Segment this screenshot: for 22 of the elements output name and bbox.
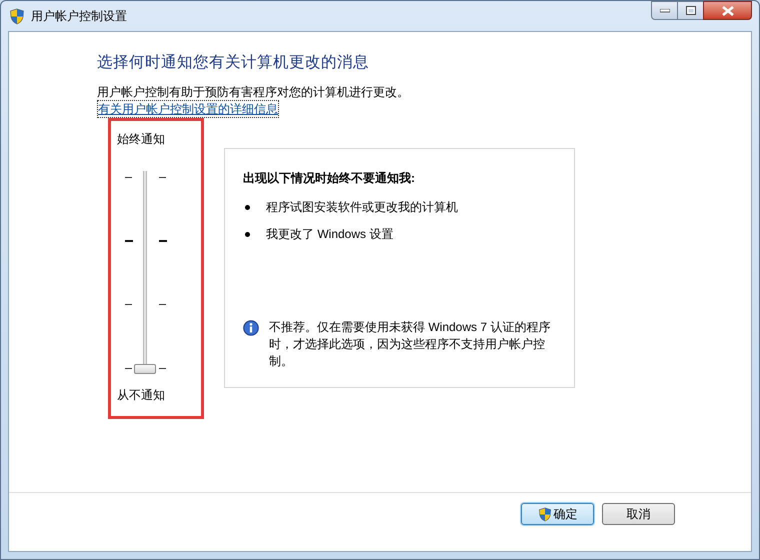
slider-thumb[interactable] — [134, 364, 156, 374]
close-icon — [722, 6, 734, 16]
info-title: 出现以下情况时始终不要通知我: — [243, 170, 416, 186]
info-icon — [243, 320, 259, 336]
bullet-text: 程序试图安装软件或更改我的计算机 — [266, 199, 458, 215]
slider-bottom-label: 从不通知 — [117, 387, 166, 403]
maximize-icon — [686, 6, 696, 15]
bullet-text: 我更改了 Windows 设置 — [266, 226, 394, 242]
shield-icon — [538, 506, 552, 522]
description-text: 用户帐户控制有助于预防有害程序对您的计算机进行更改。 — [97, 84, 410, 100]
minimize-button[interactable] — [651, 1, 678, 20]
close-button[interactable] — [703, 1, 752, 20]
info-note: 不推荐。仅在需要使用未获得 Windows 7 认证的程序时，才选择此选项，因为这些程序不支持用户帐户控制。 — [269, 319, 552, 370]
details-link[interactable]: 有关用户帐户控制设置的详细信息 — [97, 100, 279, 118]
slider-top-label: 始终通知 — [117, 131, 166, 147]
cancel-button[interactable]: 取消 — [602, 503, 675, 525]
minimize-icon — [660, 8, 670, 12]
maximize-button[interactable] — [678, 1, 703, 20]
window-title: 用户帐户控制设置 — [31, 8, 127, 25]
page-heading: 选择何时通知您有关计算机更改的消息 — [97, 53, 370, 73]
shield-icon — [9, 8, 25, 24]
ok-button[interactable]: 确定 — [521, 503, 594, 525]
